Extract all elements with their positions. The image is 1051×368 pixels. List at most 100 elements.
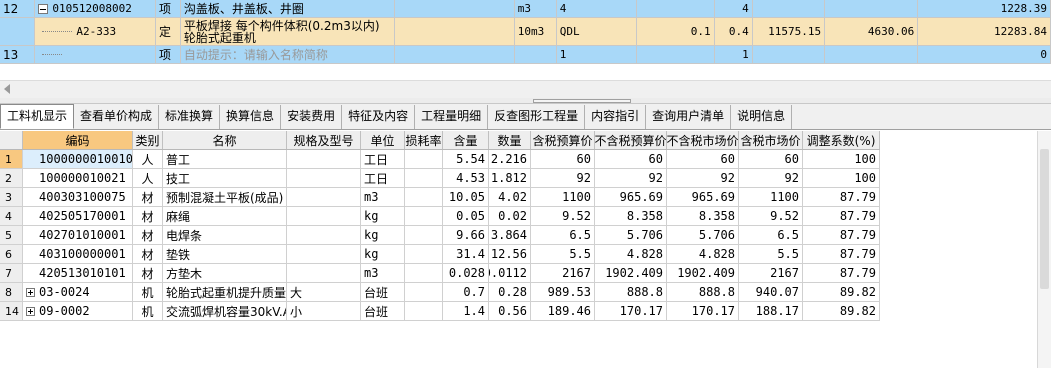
scroll-left-icon[interactable]: [4, 84, 10, 94]
bill-cell-type[interactable]: 项: [155, 0, 181, 17]
resource-cell-spec[interactable]: [287, 207, 361, 225]
column-header-12[interactable]: 含税市场价: [739, 131, 803, 149]
resource-cell-p1[interactable]: 2167: [531, 264, 595, 282]
resource-cell-qty[interactable]: 2.216: [489, 150, 531, 168]
bill-cell-code[interactable]: A2-333: [35, 18, 156, 45]
resource-cell-p1[interactable]: 1100: [531, 188, 595, 206]
resource-row[interactable]: 1 10000000100101 人普工 工日 5.54 2.216 60 60 60 60 100: [0, 150, 880, 169]
resource-cell-content[interactable]: 10.05: [443, 188, 489, 206]
resource-cell-p2[interactable]: 170.17: [595, 302, 667, 320]
vertical-scrollbar[interactable]: [1037, 131, 1051, 368]
bill-cell-c8[interactable]: 0.4: [714, 18, 753, 45]
resource-cell-content[interactable]: 5.54: [443, 150, 489, 168]
bill-cell-unit[interactable]: m3: [514, 0, 557, 17]
resource-cell-name[interactable]: 普工: [163, 150, 287, 168]
resource-cell-spec[interactable]: [287, 226, 361, 244]
scroll-thumb[interactable]: [1040, 149, 1049, 289]
resource-cell-p3[interactable]: 170.17: [667, 302, 739, 320]
column-header-9[interactable]: 含税预算价: [531, 131, 595, 149]
resource-cell-qty[interactable]: 12.56: [489, 245, 531, 263]
resource-cell-name[interactable]: 预制混凝土平板(成品): [163, 188, 287, 206]
resource-cell-p1[interactable]: 6.5: [531, 226, 595, 244]
resource-cell-loss[interactable]: [405, 264, 443, 282]
bill-cell-qty_expr[interactable]: 4: [556, 0, 637, 17]
bill-cell-c9[interactable]: [752, 0, 826, 17]
resource-cell-p4[interactable]: 940.07: [739, 283, 803, 301]
column-header-10[interactable]: 不含税预算价: [595, 131, 667, 149]
bill-cell-qty_expr[interactable]: 1: [556, 46, 637, 63]
resource-cell-code[interactable]: 10000000100101: [23, 150, 133, 168]
resource-cell-p4[interactable]: 92: [739, 169, 803, 187]
resource-cell-p1[interactable]: 189.46: [531, 302, 595, 320]
resource-cell-adj[interactable]: 87.79: [803, 226, 880, 244]
resource-cell-p4[interactable]: 9.52: [739, 207, 803, 225]
bill-cell-c10[interactable]: [825, 46, 919, 63]
resource-row[interactable]: 8 03-0024 机轮胎式起重机提升质量20t大 台班 0.7 0.28 989.53 88…: [0, 283, 880, 302]
resource-row[interactable]: 6 403100000001 材垫铁 kg 31.4 12.56 5.5 4.828 4.828…: [0, 245, 880, 264]
resource-cell-adj[interactable]: 87.79: [803, 245, 880, 263]
resource-row[interactable]: 5 402701010001 材电焊条 kg 9.66 3.864 6.5 5.706 5.70…: [0, 226, 880, 245]
resource-cell-p2[interactable]: 888.8: [595, 283, 667, 301]
resource-cell-name[interactable]: 电焊条: [163, 226, 287, 244]
tab-2[interactable]: 标准换算: [159, 105, 221, 129]
resource-cell-name[interactable]: 交流弧焊机容量30kV.A: [163, 302, 287, 320]
resource-cell-p3[interactable]: 965.69: [667, 188, 739, 206]
resource-cell-adj[interactable]: 87.79: [803, 207, 880, 225]
resource-cell-adj[interactable]: 89.82: [803, 283, 880, 301]
resource-cell-p3[interactable]: 1902.409: [667, 264, 739, 282]
bill-cell-num[interactable]: [0, 18, 36, 45]
resource-cell-code[interactable]: 403100000001: [23, 245, 133, 263]
resource-cell-p2[interactable]: 5.706: [595, 226, 667, 244]
tab-3[interactable]: 换算信息: [220, 105, 282, 129]
bill-cell-unit[interactable]: [514, 46, 557, 63]
resource-cell-content[interactable]: 1.4: [443, 302, 489, 320]
bill-cell-name[interactable]: 自动提示：请输入名称简称: [180, 46, 396, 63]
column-header-13[interactable]: 调整系数(%): [803, 131, 880, 149]
bill-cell-c9[interactable]: 11575.15: [752, 18, 826, 45]
resource-cell-p3[interactable]: 92: [667, 169, 739, 187]
resource-cell-type[interactable]: 材: [133, 264, 163, 282]
bill-cell-code[interactable]: [35, 46, 156, 63]
resource-cell-code[interactable]: 420513010101: [23, 264, 133, 282]
collapse-icon[interactable]: [38, 3, 49, 14]
resource-cell-type[interactable]: 材: [133, 207, 163, 225]
resource-cell-name[interactable]: 技工: [163, 169, 287, 187]
bill-cell-total[interactable]: 1228.39: [918, 0, 1051, 17]
splitter-grip[interactable]: [533, 99, 631, 103]
column-header-1[interactable]: 编码: [23, 131, 133, 149]
bill-cell-name[interactable]: 平板焊接 每个构件体积(0.2m3以内) 轮胎式起重机: [180, 18, 396, 45]
resource-cell-unit[interactable]: kg: [361, 226, 405, 244]
resource-cell-p4[interactable]: 188.17: [739, 302, 803, 320]
bill-cell-c8[interactable]: 4: [714, 0, 753, 17]
column-header-2[interactable]: 类别: [133, 131, 163, 149]
bill-cell-spec[interactable]: [395, 0, 515, 17]
tab-10[interactable]: 说明信息: [731, 105, 793, 129]
resource-cell-p2[interactable]: 4.828: [595, 245, 667, 263]
column-header-4[interactable]: 规格及型号: [287, 131, 361, 149]
resource-cell-p4[interactable]: 5.5: [739, 245, 803, 263]
resource-cell-spec[interactable]: [287, 188, 361, 206]
horizontal-scrollbar[interactable]: [0, 80, 1051, 98]
resource-cell-content[interactable]: 0.028: [443, 264, 489, 282]
tab-4[interactable]: 安装费用: [281, 105, 343, 129]
bill-cell-qty_expr[interactable]: QDL: [556, 18, 637, 45]
resource-cell-adj[interactable]: 87.79: [803, 188, 880, 206]
tab-6[interactable]: 工程量明细: [415, 105, 489, 129]
resource-cell-p1[interactable]: 5.5: [531, 245, 595, 263]
resource-cell-spec[interactable]: [287, 245, 361, 263]
resource-cell-loss[interactable]: [405, 207, 443, 225]
bill-cell-c7[interactable]: [636, 46, 715, 63]
bill-cell-name[interactable]: 沟盖板、井盖板、井圈: [180, 0, 396, 17]
resource-cell-code[interactable]: 03-0024: [23, 283, 133, 301]
resource-cell-unit[interactable]: kg: [361, 207, 405, 225]
bill-row[interactable]: 12 010512008002 项沟盖板、井盖板、井圈 m3 4 4 1228.39: [0, 0, 1051, 18]
resource-cell-content[interactable]: 0.05: [443, 207, 489, 225]
resource-cell-unit[interactable]: kg: [361, 245, 405, 263]
resource-cell-p2[interactable]: 8.358: [595, 207, 667, 225]
resource-cell-type[interactable]: 人: [133, 169, 163, 187]
tab-9[interactable]: 查询用户清单: [646, 105, 732, 129]
resource-cell-spec[interactable]: 大: [287, 283, 361, 301]
resource-cell-qty[interactable]: 0.02: [489, 207, 531, 225]
bill-cell-total[interactable]: 0: [918, 46, 1051, 63]
resource-cell-code[interactable]: 402505170001: [23, 207, 133, 225]
